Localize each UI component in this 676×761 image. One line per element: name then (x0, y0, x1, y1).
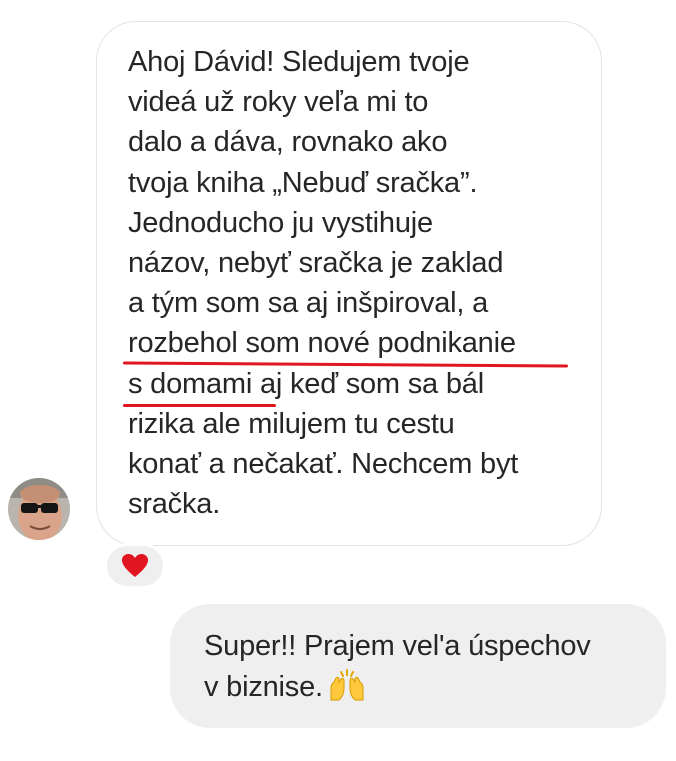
message-line: a tým som sa aj inšpiroval, a (128, 287, 489, 320)
message-line-text: v biznise. (204, 671, 323, 703)
message-line: videá už roky veľa mi to (128, 86, 429, 119)
message-line: rizika ale milujem tu cestu (128, 407, 455, 440)
raising-hands-icon (327, 668, 367, 714)
message-line: dalo a dáva, rovnako ako (128, 126, 448, 159)
outgoing-message-text: Super!! Prajem vel'a úspechov v biznise. (204, 626, 591, 714)
reaction-badge[interactable] (104, 543, 166, 589)
message-highlighted-fragment: s domami (128, 367, 253, 400)
message-line: tvoja kniha „Nebuď sračka”. (128, 166, 478, 199)
message-line: konať a nečakať. Nechcem byt (128, 448, 519, 481)
message-line-partial-highlight: s domami aj keď som sa bál (128, 364, 598, 404)
heart-icon (122, 554, 148, 577)
message-line: Super!! Prajem vel'a úspechov (204, 630, 591, 662)
message-line: názov, nebyť sračka je zaklad (128, 247, 504, 280)
message-line-rest: aj keď som sa bál (252, 367, 484, 400)
message-line: v biznise. (204, 667, 591, 714)
message-line: Jednoducho ju vystihuje (128, 206, 433, 239)
highlight-underline (123, 404, 276, 407)
message-line: sračka. (128, 488, 221, 521)
message-line: Ahoj Dávid! Sledujem tvoje (128, 46, 470, 78)
incoming-message-text: Ahoj Dávid! Sledujem tvoje videá už roky… (128, 42, 598, 524)
user-photo-icon (8, 478, 70, 540)
message-line-highlighted: rozbehol som nové podnikanie (128, 327, 516, 360)
avatar[interactable] (8, 478, 70, 540)
